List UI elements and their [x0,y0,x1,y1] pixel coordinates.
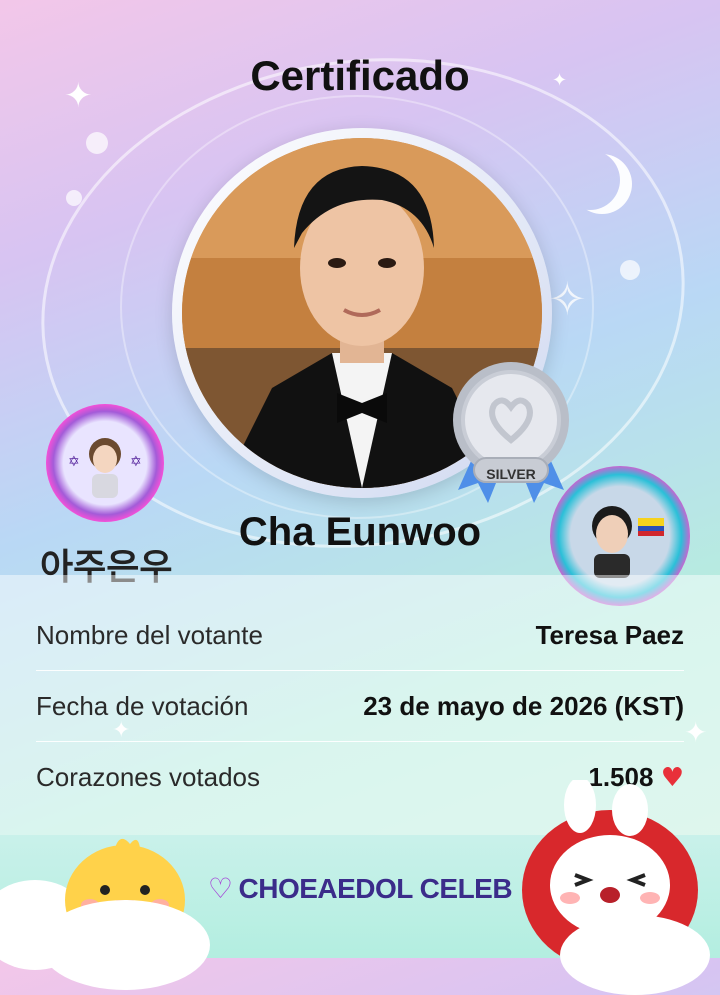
brand-name: CHOEAEDOL CELEB [238,873,513,904]
date-label: Fecha de votación [36,690,249,721]
choeaedol-logo-icon: ♡ [207,872,233,905]
voter-value: Teresa Paez [535,619,684,650]
svg-text:✡: ✡ [130,454,142,470]
medal-label: SILVER [486,466,536,482]
sparkle-icon: ✧ [548,272,587,326]
voter-row: Nombre del votante Teresa Paez [36,600,684,670]
date-row: Fecha de votación 23 de mayo de 2026 (KS… [36,671,684,741]
hearts-label: Corazones votados [36,761,261,792]
decorative-dot [86,132,108,154]
svg-text:✡: ✡ [68,454,80,470]
fanclub-badge-left: ✡ ✡ [46,404,164,522]
voter-label: Nombre del votante [36,619,263,650]
brand-logo: ♡ CHOEAEDOL CELEB [0,872,720,905]
certificate-title: Certificado [250,52,470,99]
decorative-cloud [560,915,710,995]
decorative-dot [66,190,82,206]
decorative-dot [620,260,640,280]
decorative-cloud [40,900,210,990]
moon-icon [560,150,620,210]
date-value: 23 de mayo de 2026 (KST) [363,690,684,721]
